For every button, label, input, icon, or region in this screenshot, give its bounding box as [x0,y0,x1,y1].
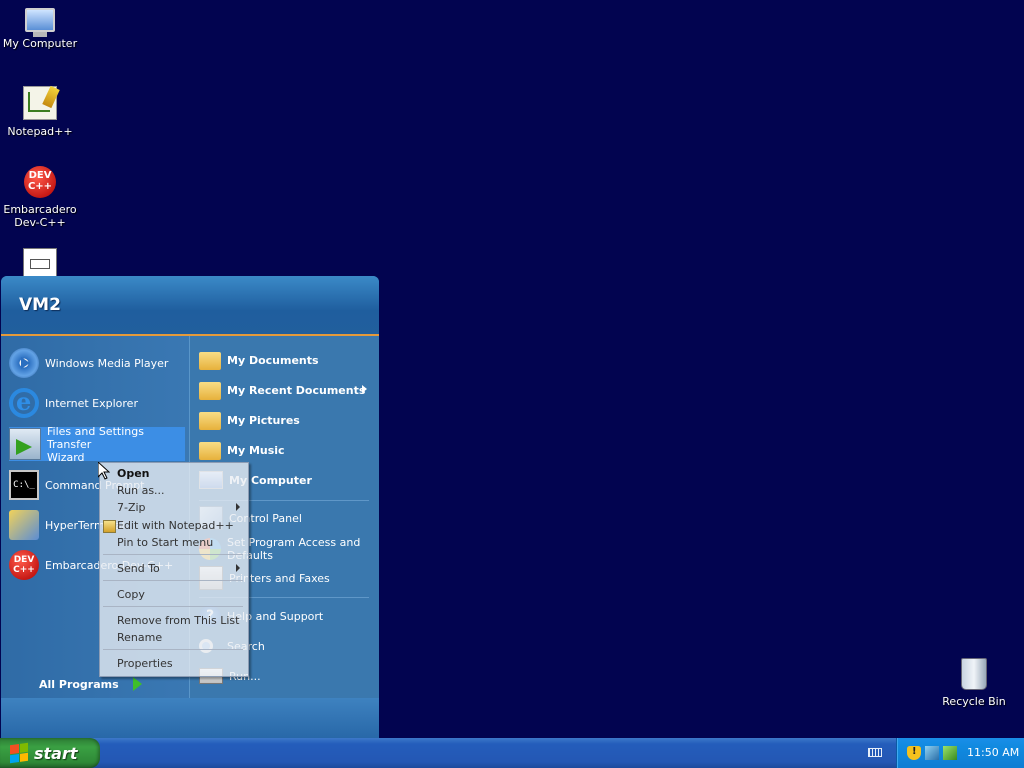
start-button[interactable]: start [0,738,100,768]
my-pictures-icon [199,412,221,430]
place-label: My Pictures [227,413,300,427]
security-shield-icon[interactable] [907,746,921,760]
program-label-line2: Wizard [47,450,85,464]
desktop-icon-label-line2: Dev-C++ [14,216,66,229]
hyperterminal-icon [9,510,39,540]
separator [103,606,243,607]
windows-media-player-icon [9,348,39,378]
separator [103,649,243,650]
user-name: VM2 [19,295,61,315]
keyboard-icon[interactable] [868,748,882,757]
desktop-icon-label: Embarcadero Dev-C++ [0,203,80,229]
context-item-open[interactable]: Open [117,467,150,480]
start-menu-footer [1,698,379,738]
start-menu-header: VM2 [1,276,379,336]
program-transfer-wizard[interactable]: Files and Settings Transfer Wizard [9,425,185,464]
context-menu: Open Run as... 7-Zip Edit with Notepad++… [99,462,249,677]
place-my-documents[interactable]: My Documents [199,347,375,373]
place-label: My Music [227,443,285,457]
separator [103,580,243,581]
recycle-bin-icon [961,658,987,690]
context-item-7zip[interactable]: 7-Zip [117,501,146,514]
program-internet-explorer[interactable]: Internet Explorer [9,386,185,420]
desktop-icon-notepadpp[interactable]: Notepad++ [0,86,80,138]
notepadpp-icon [103,520,116,533]
context-item-properties[interactable]: Properties [117,657,173,670]
program-label: Windows Media Player [45,356,169,370]
program-label-line1: Files and Settings Transfer [47,424,144,451]
clock[interactable]: 11:50 AM [967,746,1019,759]
arrow-right-icon [132,677,142,691]
context-item-rename[interactable]: Rename [117,631,162,644]
program-windows-media-player[interactable]: Windows Media Player [9,346,185,380]
devcpp-icon: DEV C++ [9,550,39,580]
all-programs-label: All Programs [39,677,119,691]
desktop-icon-label: My Computer [2,37,78,50]
my-music-icon [199,442,221,460]
program-label: Internet Explorer [45,396,138,410]
context-item-run-as[interactable]: Run as... [117,484,165,497]
place-label: My Documents [227,353,319,367]
transfer-wizard-icon [9,428,41,460]
command-prompt-icon: C:\_ [9,470,39,500]
system-tray: 11:50 AM [896,738,1024,768]
context-item-send-to[interactable]: Send To [117,562,160,575]
desktop-icon-label: Recycle Bin [942,695,1006,708]
place-label: My Recent Documents [227,383,366,397]
start-label: start [34,743,78,763]
notepadpp-icon [23,86,57,120]
submenu-arrow-icon [236,503,240,511]
my-documents-icon [199,352,221,370]
desktop-icon-recycle-bin[interactable]: Recycle Bin [934,658,1014,708]
internet-explorer-icon [9,387,39,418]
separator [103,554,243,555]
desktop-icon-label: Notepad++ [7,125,73,138]
context-item-copy[interactable]: Copy [117,588,145,601]
context-item-pin-start[interactable]: Pin to Start menu [117,536,213,549]
place-my-recent-documents[interactable]: My Recent Documents [199,377,375,403]
my-computer-icon [25,8,55,37]
recent-documents-icon [199,382,221,400]
network-connection-icon[interactable] [943,746,957,760]
submenu-arrow-icon [236,564,240,572]
place-my-music[interactable]: My Music [199,437,375,463]
desktop-icon-my-computer[interactable]: My Computer [0,4,80,50]
desktop-icon-devcpp[interactable]: DEV C++ Embarcadero Dev-C++ [0,166,80,229]
network-icon[interactable] [925,746,939,760]
place-my-pictures[interactable]: My Pictures [199,407,375,433]
all-programs-button[interactable]: All Programs [39,674,142,694]
devcpp-icon: DEV C++ [24,166,56,198]
program-label: Files and Settings Transfer Wizard [47,425,185,464]
context-item-edit-notepadpp[interactable]: Edit with Notepad++ [117,519,234,532]
windows-logo-icon [10,742,28,764]
desktop-icon-label-line1: Embarcadero [3,203,77,216]
taskbar: start 11:50 AM [0,738,1024,768]
submenu-arrow-icon [362,385,367,393]
context-item-remove[interactable]: Remove from This List [117,614,239,627]
